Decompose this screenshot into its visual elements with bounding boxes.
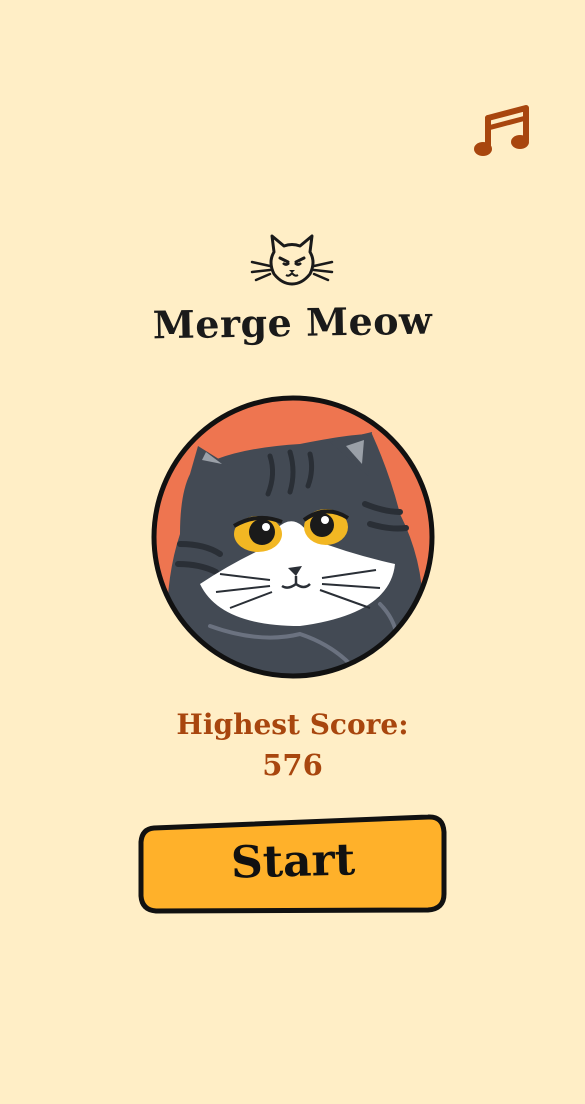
game-title: Merge Meow [152, 297, 433, 348]
music-note-icon [474, 105, 529, 156]
start-button[interactable]: Start [136, 812, 450, 918]
highest-score-value: 576 [262, 748, 323, 782]
music-toggle-button[interactable] [474, 104, 534, 160]
start-button-label: Start [230, 834, 356, 889]
cat-face-icon [248, 232, 336, 292]
cat-avatar-image [150, 394, 436, 680]
highest-score-label: Highest Score: [176, 708, 409, 741]
